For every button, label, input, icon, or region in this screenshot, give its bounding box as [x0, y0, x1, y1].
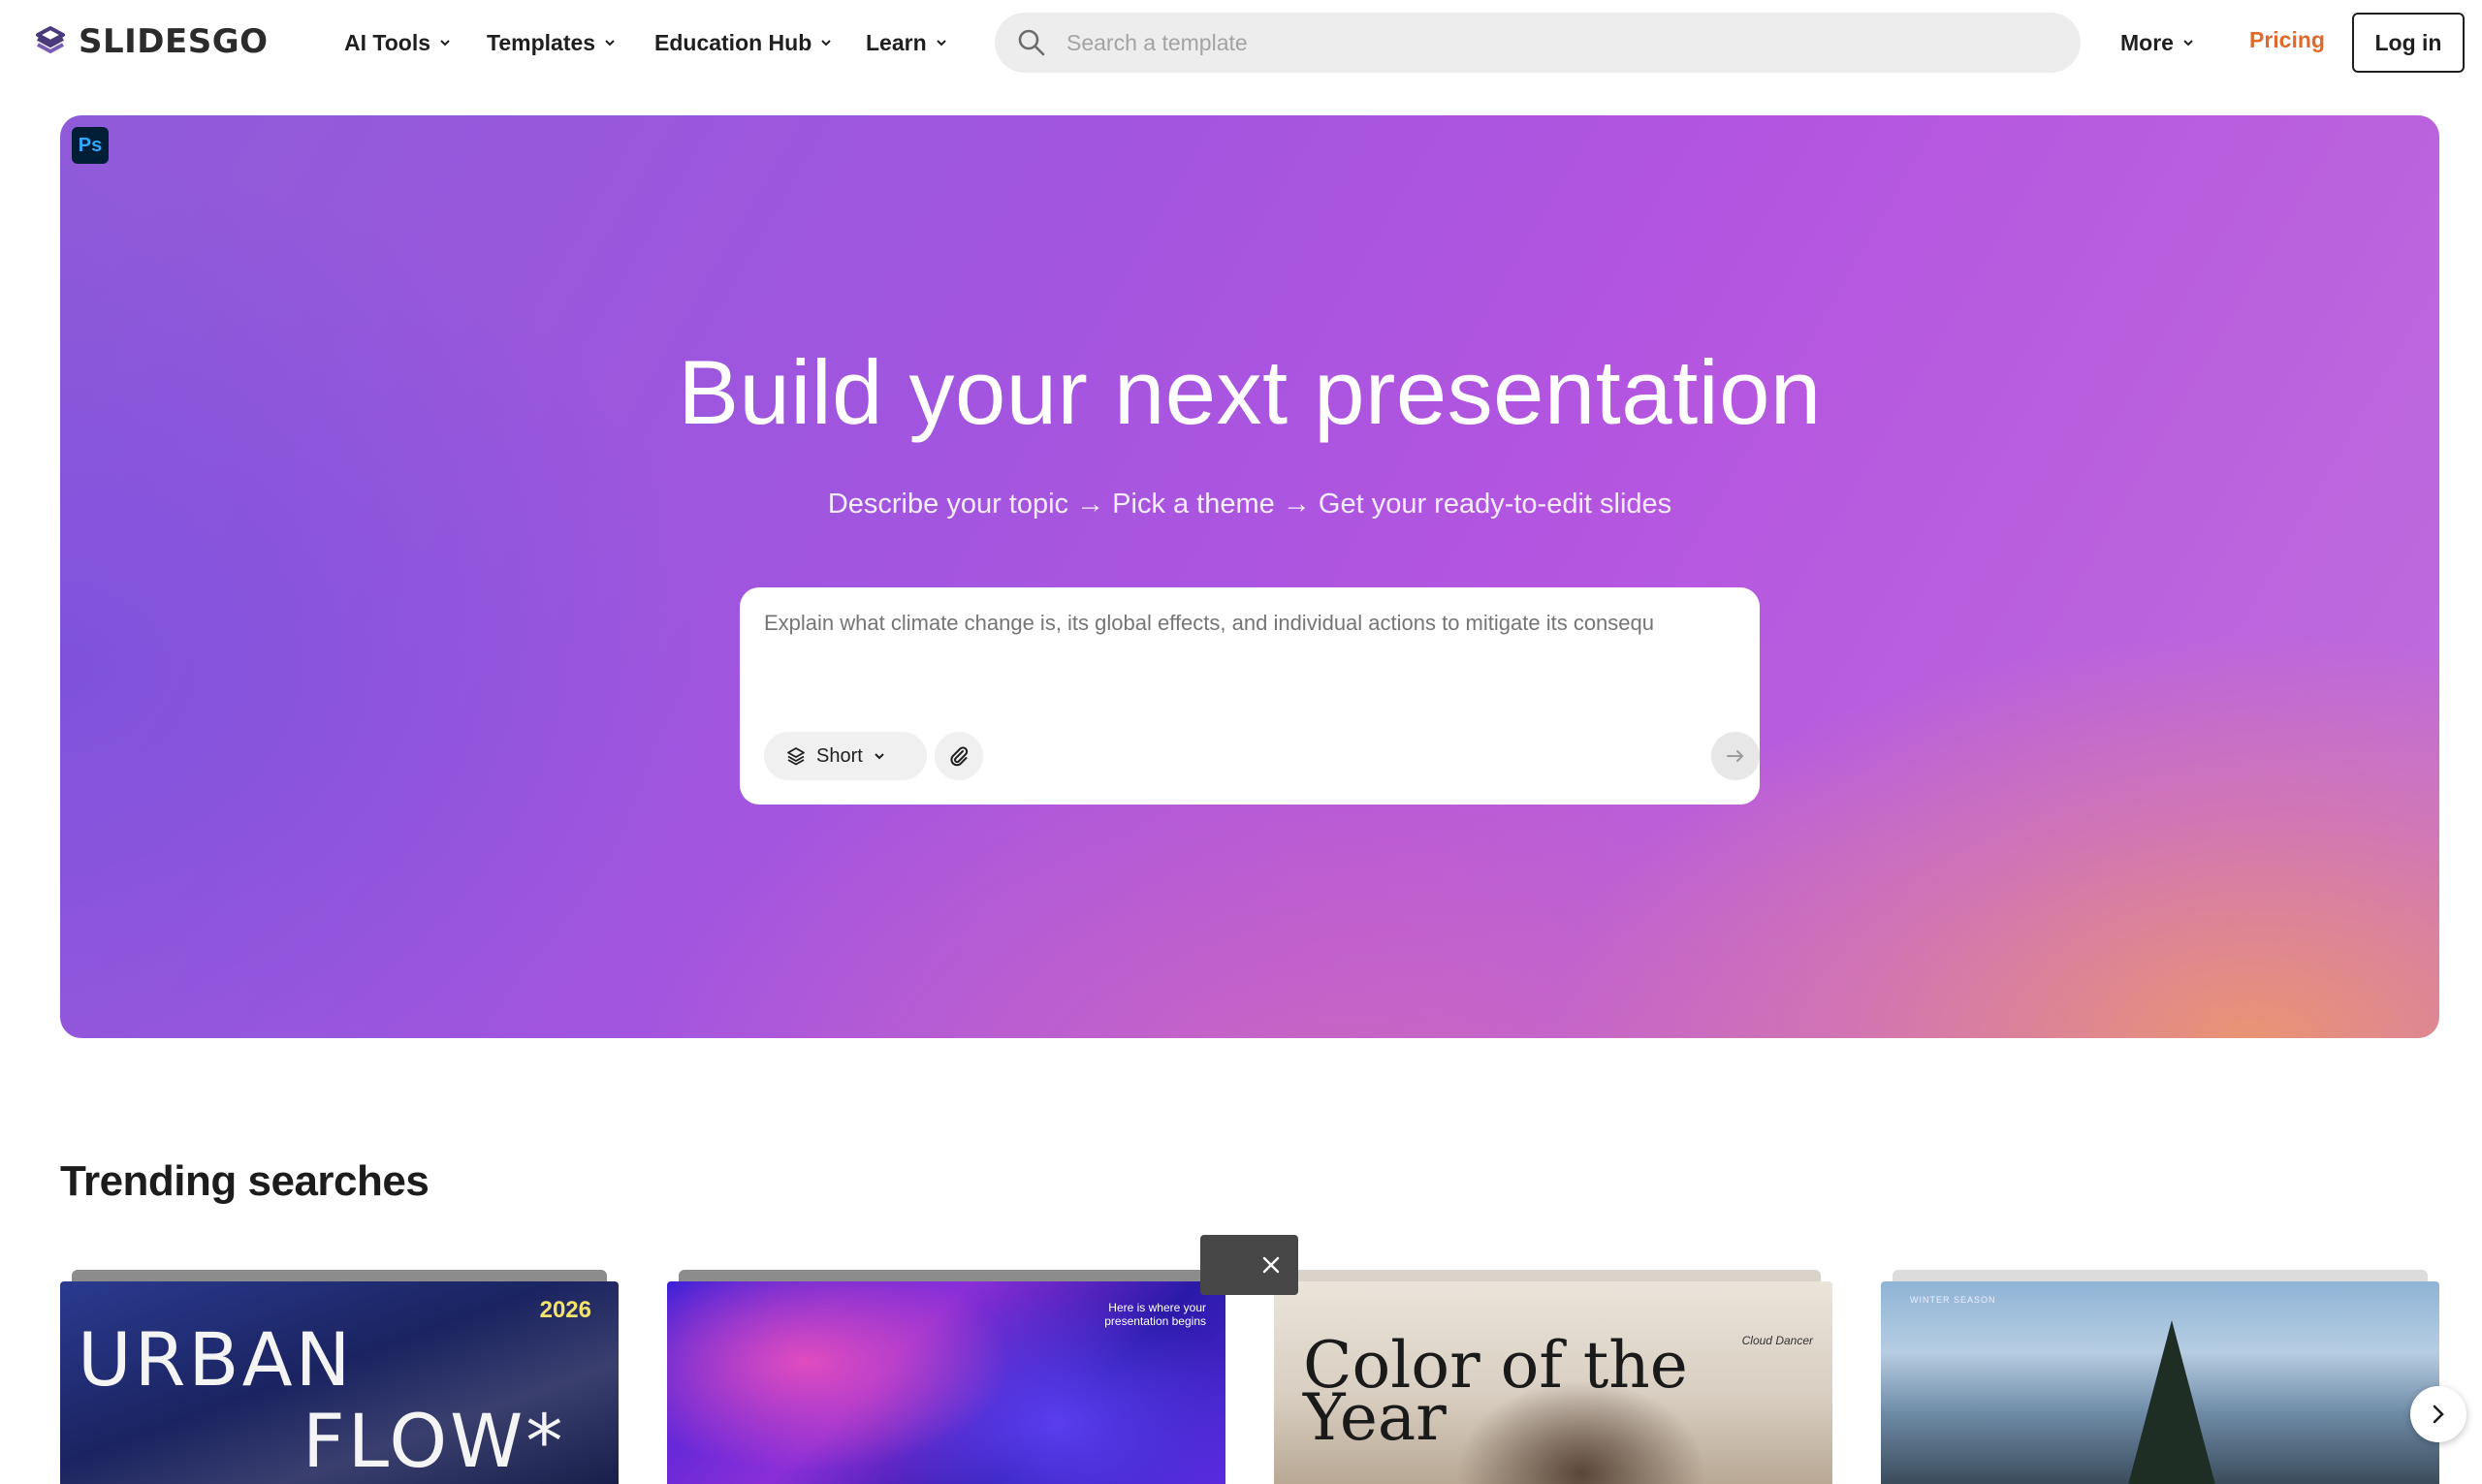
- close-icon: [1262, 1256, 1280, 1274]
- nav-templates-label: Templates: [487, 29, 596, 55]
- trending-card[interactable]: WINTER SEASON: [1881, 1270, 2439, 1484]
- pricing-link[interactable]: Pricing: [2249, 27, 2325, 53]
- chevron-down-icon: [821, 40, 831, 47]
- nav-learn-label: Learn: [866, 29, 927, 55]
- paperclip-icon: [950, 746, 969, 767]
- search-icon: [1018, 29, 1045, 56]
- hero-subtitle: Describe your topic → Pick a theme → Get…: [827, 489, 1672, 520]
- card-stack-shadow: [679, 1270, 1214, 1281]
- chevron-down-icon: [605, 40, 615, 47]
- pine-tree-graphic: [2128, 1320, 2215, 1484]
- thumbnail-text: Here is where your presentation begins: [1104, 1301, 1206, 1328]
- chevron-down-icon: [936, 40, 946, 47]
- top-navbar: SLIDESGO AI Tools Templates Education Hu…: [0, 0, 2482, 85]
- nav-ai-tools[interactable]: AI Tools: [344, 25, 452, 60]
- chevron-down-icon: [440, 40, 450, 47]
- card-thumbnail: 2026 URBAN FLOW*: [60, 1281, 619, 1484]
- trending-card[interactable]: Cloud Dancer Color of the Year: [1274, 1270, 1832, 1484]
- thumbnail-title-line1: URBAN: [78, 1316, 354, 1403]
- card-thumbnail: Here is where your presentation begins: [667, 1281, 1225, 1484]
- ai-prompt-box: Short: [740, 587, 1760, 805]
- card-thumbnail: WINTER SEASON: [1881, 1281, 2439, 1484]
- thumbnail-caption: WINTER SEASON: [1910, 1295, 1996, 1305]
- nav-education-hub[interactable]: Education Hub: [654, 25, 833, 60]
- photoshop-badge[interactable]: Ps: [72, 127, 109, 164]
- length-dropdown[interactable]: Short: [764, 732, 927, 780]
- hero-banner: Ps Build your next presentation Describe…: [60, 115, 2439, 1038]
- thumbnail-year: 2026: [539, 1297, 591, 1323]
- nav-more[interactable]: More: [2120, 25, 2195, 60]
- slidesgo-logo-icon: [36, 26, 65, 53]
- search-input[interactable]: [1066, 13, 2055, 73]
- thumbnail-title-line2: FLOW*: [302, 1398, 566, 1484]
- card-stack-shadow: [72, 1270, 607, 1281]
- close-popup-button[interactable]: [1200, 1235, 1298, 1295]
- length-dropdown-label: Short: [816, 744, 863, 767]
- nav-learn[interactable]: Learn: [866, 25, 948, 60]
- trending-searches-heading: Trending searches: [60, 1157, 430, 1205]
- nav-templates[interactable]: Templates: [487, 25, 617, 60]
- attach-file-button[interactable]: [935, 732, 983, 780]
- card-stack-shadow: [1893, 1270, 2428, 1281]
- arrow-right-icon: [1727, 750, 1744, 762]
- nav-education-hub-label: Education Hub: [654, 29, 812, 55]
- login-button[interactable]: Log in: [2352, 13, 2465, 73]
- card-stack-shadow: [1286, 1270, 1821, 1281]
- template-search-bar[interactable]: [995, 13, 2081, 73]
- nav-more-label: More: [2120, 29, 2174, 55]
- chevron-down-icon: [875, 753, 884, 760]
- logo-text: SLIDESGO: [79, 22, 269, 61]
- trending-card[interactable]: Here is where your presentation begins: [667, 1270, 1225, 1484]
- card-thumbnail: Cloud Dancer Color of the Year: [1274, 1281, 1832, 1484]
- chevron-down-icon: [2183, 40, 2193, 47]
- nav-ai-tools-label: AI Tools: [344, 29, 431, 55]
- carousel-next-button[interactable]: [2410, 1386, 2466, 1442]
- trending-card[interactable]: 2026 URBAN FLOW*: [60, 1270, 619, 1484]
- hero-title: Build your next presentation: [678, 341, 1822, 443]
- thumbnail-title: Color of the Year: [1303, 1328, 1688, 1455]
- submit-prompt-button[interactable]: [1711, 732, 1760, 780]
- layers-icon: [787, 747, 805, 766]
- slidesgo-logo[interactable]: SLIDESGO: [32, 21, 269, 62]
- prompt-input[interactable]: [764, 611, 1734, 688]
- chevron-right-icon: [2433, 1405, 2444, 1424]
